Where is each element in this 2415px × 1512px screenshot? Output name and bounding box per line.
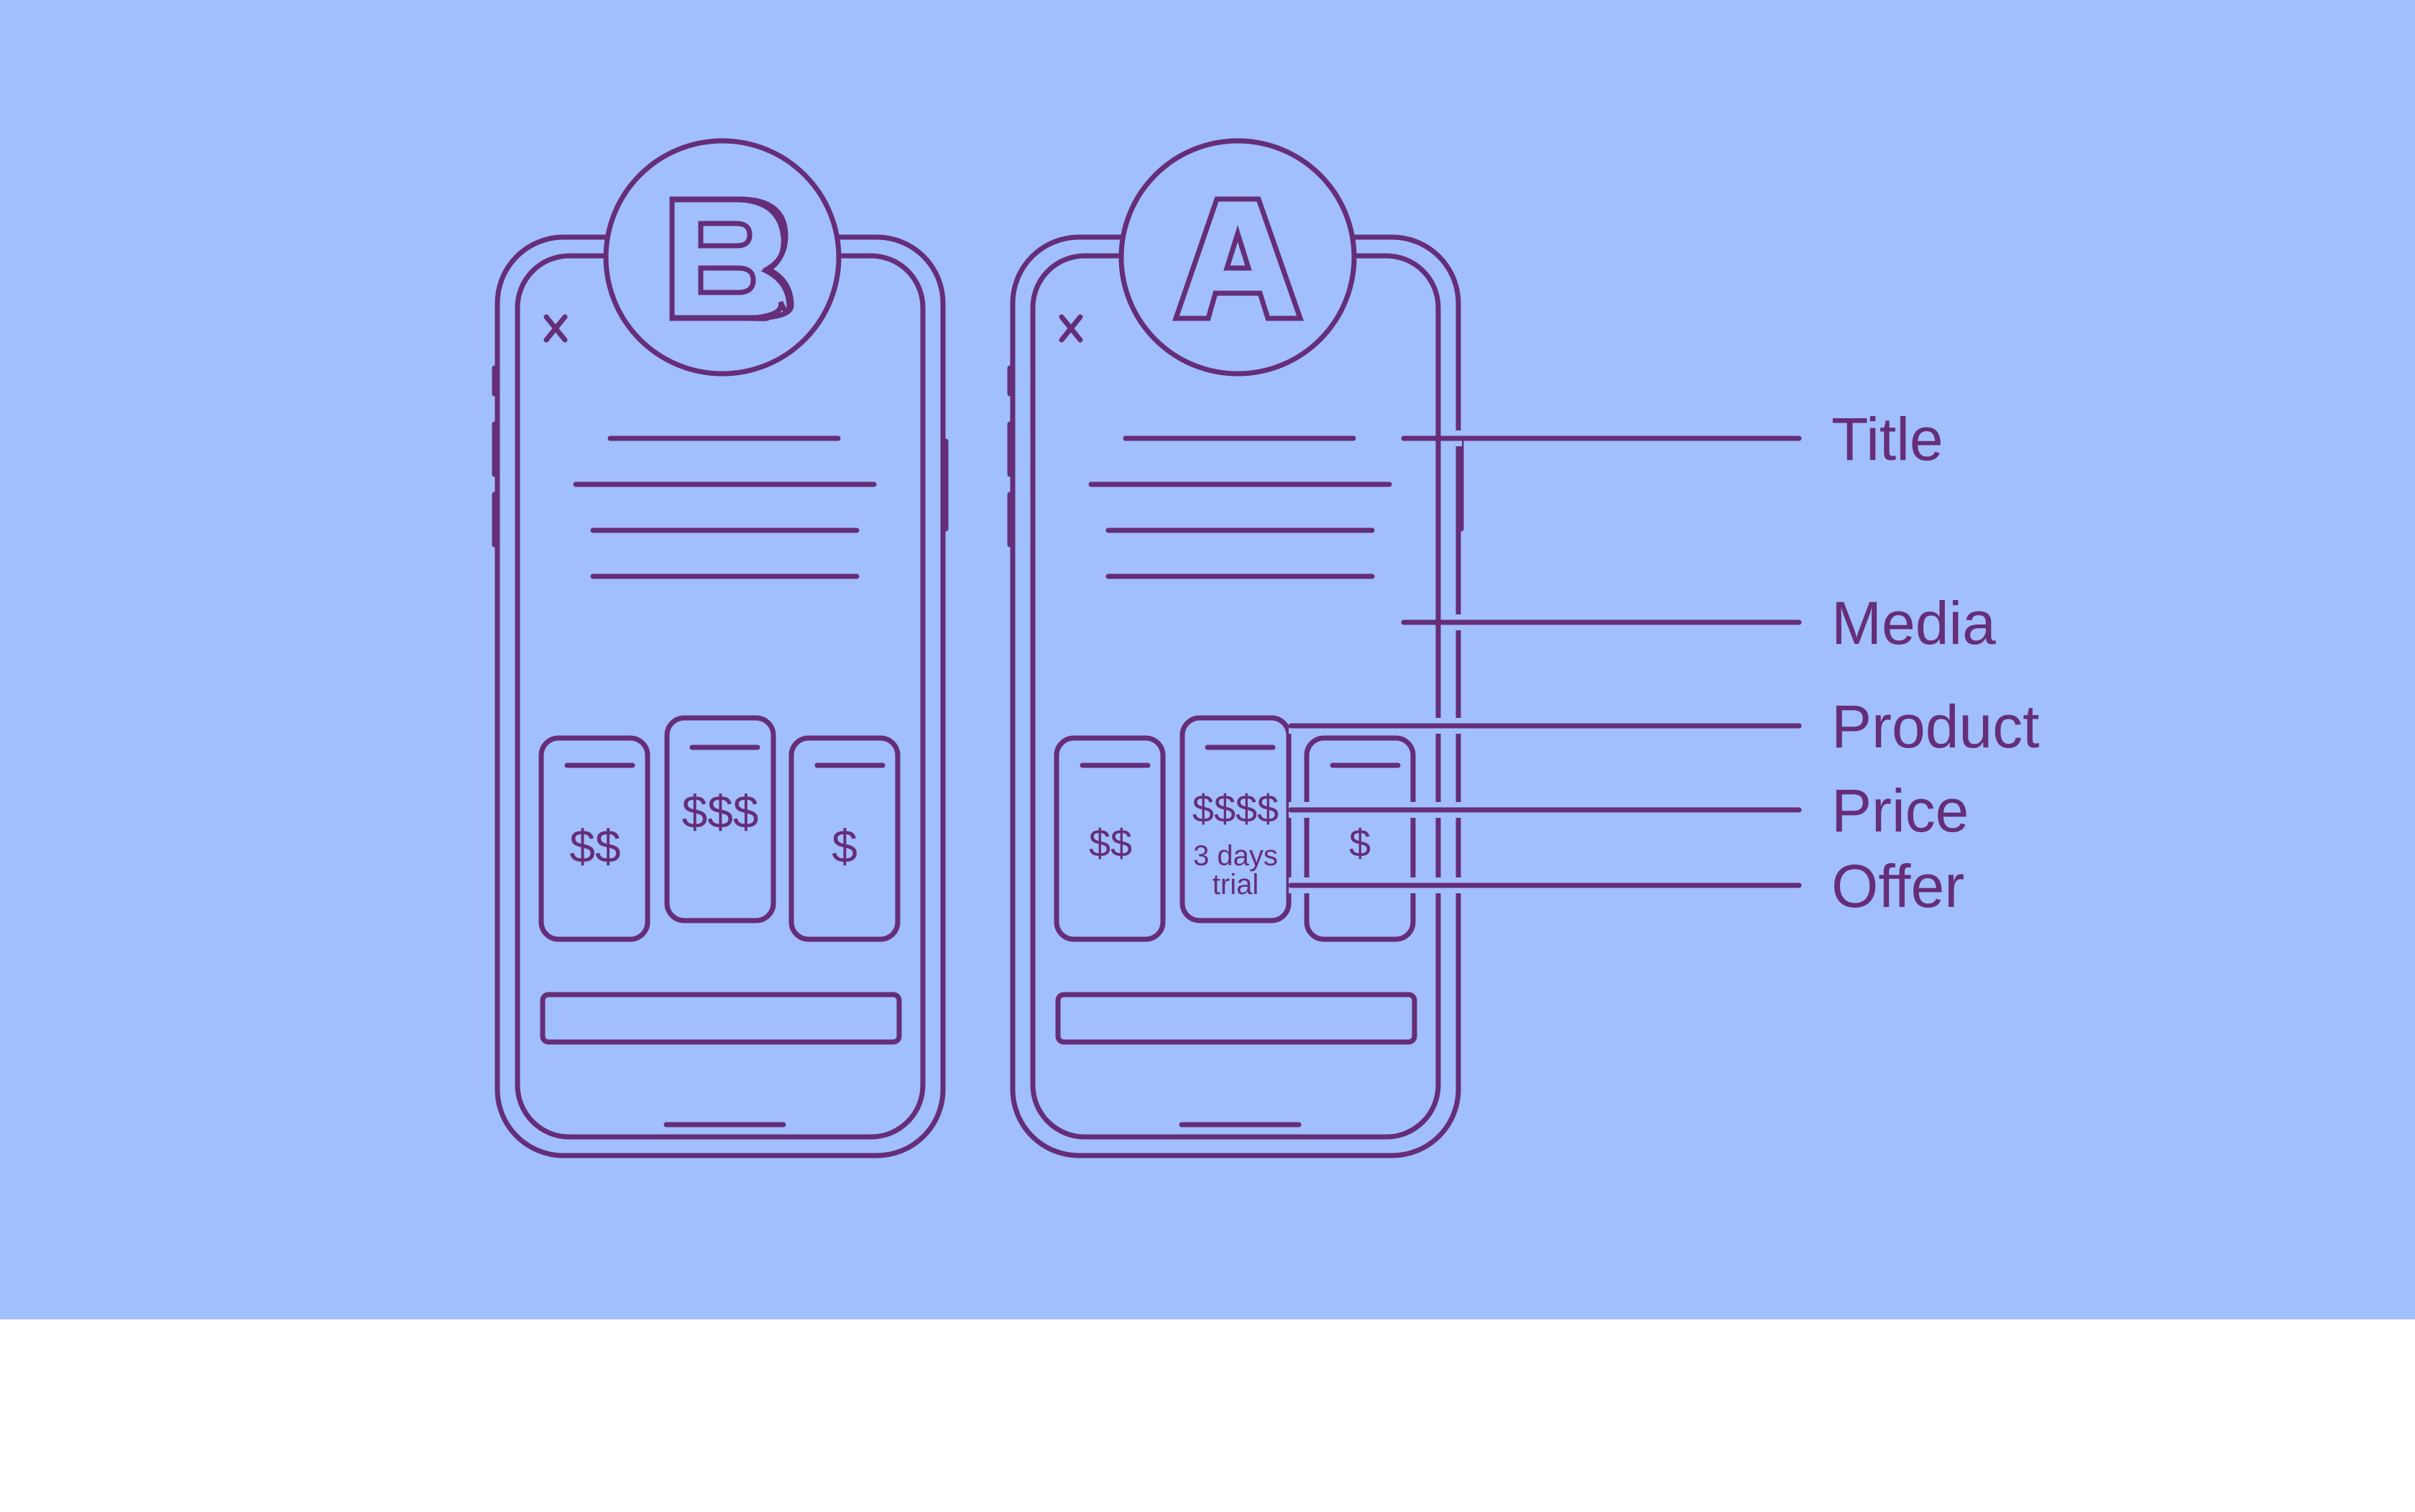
product-card[interactable]: $$ — [538, 735, 650, 942]
annotation-label-price: Price — [1831, 777, 1969, 844]
product-price: $$$ — [682, 786, 759, 838]
product-cards-b: $$ $$$ $ — [538, 715, 901, 942]
product-card[interactable]: $ — [788, 735, 901, 942]
annotations: Title Media Product Price Offer — [1288, 405, 2040, 920]
ab-test-paywall-diagram: $$ $$$ $ $$ $$$$ 3 days trial $ Title Me… — [492, 138, 2040, 1158]
product-card[interactable]: $ — [1304, 735, 1416, 942]
product-price: $ — [832, 821, 857, 872]
product-price: $$ — [1089, 822, 1132, 865]
phone-variant-a: $$ $$$$ 3 days trial $ — [1007, 138, 1464, 1158]
title-lines-a — [1088, 435, 1392, 579]
annotation-label-title: Title — [1831, 405, 1944, 473]
close-icon[interactable] — [1059, 314, 1083, 343]
product-price: $$ — [569, 821, 620, 872]
product-card[interactable]: $$ — [1054, 735, 1166, 942]
product-cards-a: $$ $$$$ 3 days trial $ — [1054, 715, 1416, 942]
purchase-button-a[interactable] — [1055, 992, 1417, 1045]
product-offer: 3 days — [1193, 840, 1278, 872]
phone-screen — [515, 253, 926, 1140]
product-price: $ — [1349, 822, 1371, 865]
phone-screen — [1030, 253, 1441, 1140]
product-price: $$$$ — [1192, 788, 1279, 831]
product-card-highlighted[interactable]: $$$ — [664, 715, 776, 923]
variant-badge-circle — [603, 138, 842, 377]
product-card-highlighted[interactable]: $$$$ 3 days trial — [1179, 715, 1292, 923]
annotation-label-product: Product — [1831, 693, 2040, 760]
product-offer: trial — [1213, 869, 1259, 900]
close-icon[interactable] — [543, 314, 568, 343]
purchase-button-b[interactable] — [540, 992, 902, 1045]
variant-badge-circle — [1118, 138, 1357, 377]
title-lines-b — [573, 435, 877, 579]
annotation-label-offer: Offer — [1831, 852, 1964, 920]
annotation-label-media: Media — [1831, 589, 1996, 657]
